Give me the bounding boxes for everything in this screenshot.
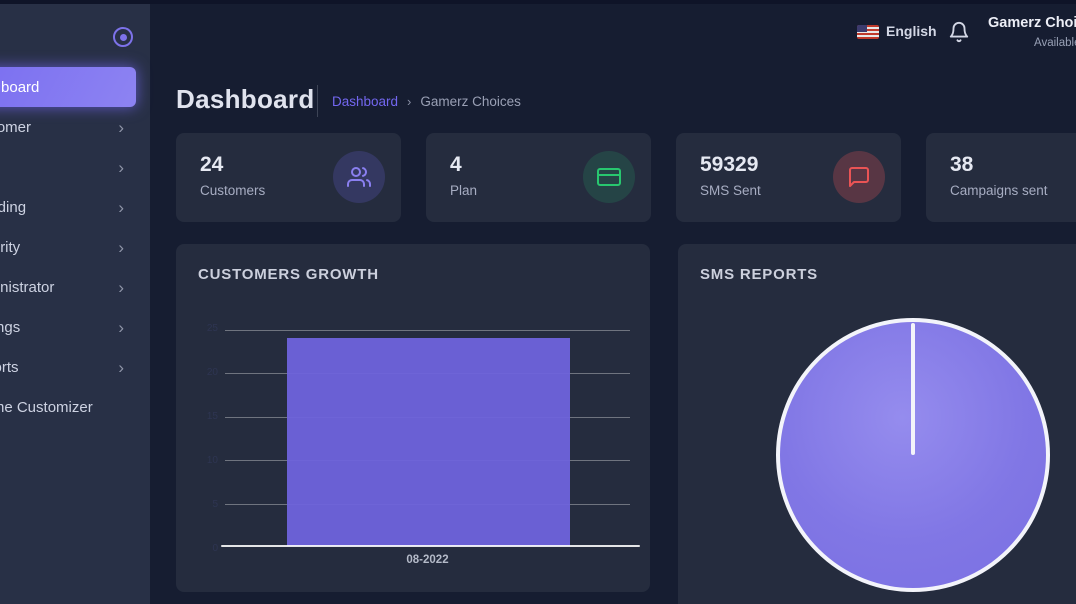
top-strip (0, 0, 1076, 4)
breadcrumb-current: Gamerz Choices (420, 94, 521, 109)
sidebar-item-settings[interactable]: Settings › (0, 307, 150, 347)
user-menu[interactable]: Gamerz Choices (988, 15, 1076, 31)
stat-card-campaigns: 38 Campaigns sent (926, 133, 1076, 222)
chevron-right-icon: › (118, 239, 124, 256)
chevron-right-icon: › (118, 159, 124, 176)
notification-bell-icon[interactable] (948, 21, 970, 43)
sidebar-item-branding[interactable]: Branding › (0, 187, 150, 227)
sidebar-item-customer[interactable]: Customer › (0, 107, 150, 147)
sidebar-item-dashboard[interactable]: Dashboard (0, 67, 136, 107)
stat-value: 38 (950, 153, 1076, 177)
breadcrumb-link-dashboard[interactable]: Dashboard (332, 94, 398, 109)
chevron-right-icon: › (118, 279, 124, 296)
pie-slice-boundary (911, 323, 915, 455)
growth-bar (287, 338, 570, 546)
user-status: Available (1034, 37, 1076, 49)
x-axis-label: 08-2022 (225, 554, 630, 566)
growth-yticks: 2520151050 (196, 323, 218, 554)
sms-reports-title: SMS REPORTS (700, 266, 818, 283)
language-selector[interactable]: English (886, 23, 937, 39)
message-icon (833, 151, 885, 203)
sidebar-item-label: Administrator (0, 279, 54, 296)
stat-card-sms-sent: 59329 SMS Sent (676, 133, 901, 222)
sidebar-item-administrator[interactable]: Administrator › (0, 267, 150, 307)
sidebar-item-label: Dashboard (0, 79, 39, 96)
growth-bar-chart (225, 330, 630, 547)
customers-growth-title: CUSTOMERS GROWTH (198, 266, 379, 283)
chevron-right-icon: › (118, 199, 124, 216)
us-flag-icon[interactable] (857, 25, 879, 39)
sidebar-item-reports[interactable]: Reports › (0, 347, 150, 387)
sidebar-item-label: Branding (0, 199, 26, 216)
sidebar-collapse-toggle-icon[interactable] (113, 27, 133, 47)
users-icon (333, 151, 385, 203)
title-divider (317, 85, 318, 117)
sidebar-item-label: Settings (0, 319, 20, 336)
page-title: Dashboard (176, 84, 315, 115)
sidebar-item-security[interactable]: Security › (0, 227, 150, 267)
stat-card-customers: 24 Customers (176, 133, 401, 222)
breadcrumb-separator-icon: › (407, 94, 411, 109)
sidebar-item-label: Theme Customizer (0, 399, 93, 416)
stat-card-plan: 4 Plan (426, 133, 651, 222)
breadcrumb: Dashboard › Gamerz Choices (332, 94, 521, 109)
stat-label: Campaigns sent (950, 183, 1076, 198)
sidebar-item-label: Reports (0, 359, 19, 376)
sidebar-item-theme-customizer[interactable]: Theme Customizer (0, 387, 150, 427)
sidebar: Dashboard Customer › Plan › Branding › S… (0, 4, 150, 604)
chevron-right-icon: › (118, 359, 124, 376)
sidebar-menu: Dashboard Customer › Plan › Branding › S… (0, 67, 150, 427)
chevron-right-icon: › (118, 319, 124, 336)
sidebar-item-label: Customer (0, 119, 31, 136)
credit-card-icon (583, 151, 635, 203)
sms-reports-panel: SMS REPORTS (678, 244, 1076, 604)
chevron-right-icon: › (118, 119, 124, 136)
gridline (225, 330, 630, 331)
customers-growth-panel: CUSTOMERS GROWTH 2520151050 08-2022 (176, 244, 650, 592)
x-axis-line (221, 545, 640, 547)
dashboard-screen: Dashboard Customer › Plan › Branding › S… (0, 0, 1076, 604)
sidebar-item-plan[interactable]: Plan › (0, 147, 150, 187)
sidebar-item-label: Security (0, 239, 20, 256)
